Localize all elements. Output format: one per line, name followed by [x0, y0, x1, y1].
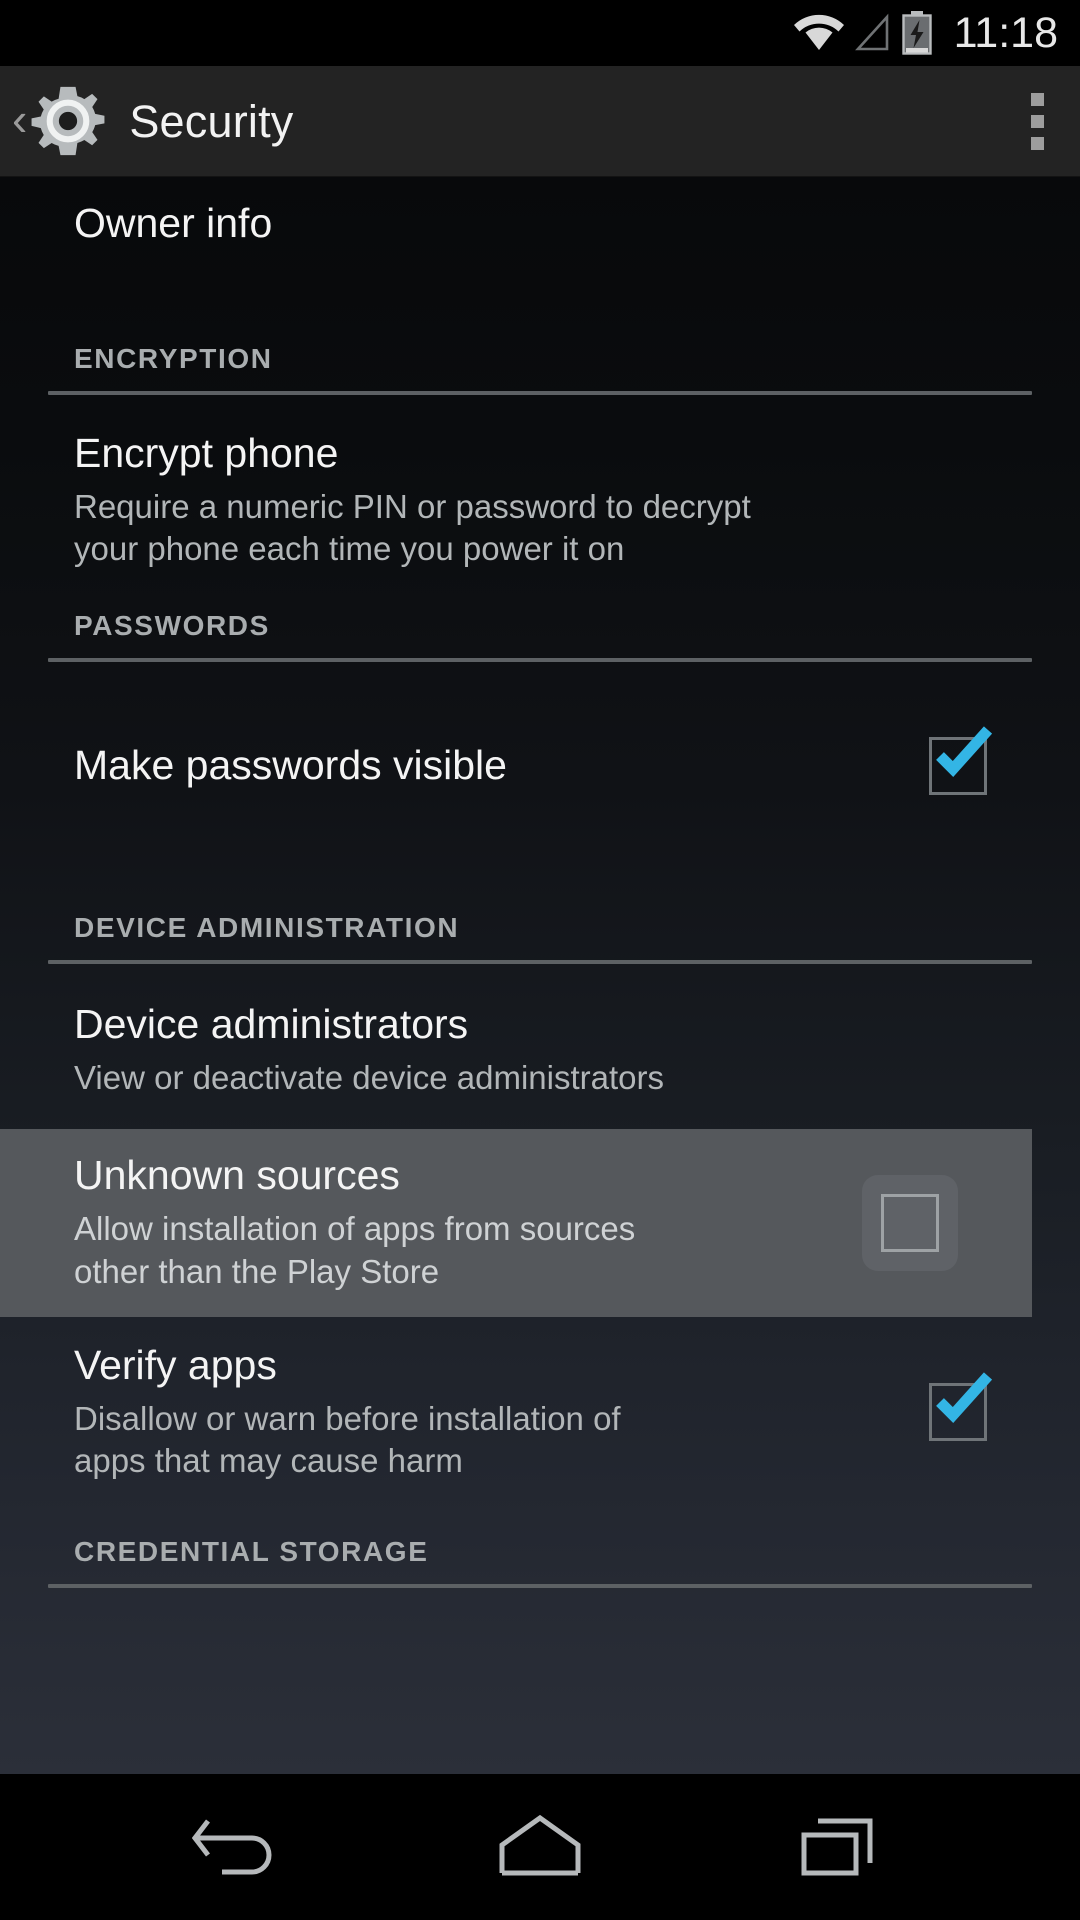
list-item-summary: Disallow or warn before installation of …	[74, 1399, 621, 1479]
checkbox-box	[929, 1372, 993, 1442]
status-bar-clock: 11:18	[953, 8, 1058, 57]
checkmark-icon	[936, 1372, 993, 1424]
list-item-texts: Make passwords visible	[74, 742, 890, 789]
section-header-label: CREDENTIAL STORAGE	[74, 1536, 429, 1568]
list-item-summary: Require a numeric PIN or password to dec…	[74, 487, 751, 568]
checkbox-make-passwords-visible[interactable]	[910, 718, 1006, 814]
nav-recents-button[interactable]	[755, 1792, 925, 1902]
list-item-owner-info[interactable]: Owner info	[0, 177, 1080, 271]
system-navigation-bar	[0, 1774, 1080, 1920]
list-item-make-passwords-visible[interactable]: Make passwords visible	[0, 662, 1080, 870]
list-item-title: Verify apps	[74, 1341, 277, 1388]
nav-back-button[interactable]	[155, 1792, 325, 1902]
section-header-label: DEVICE ADMINISTRATION	[74, 912, 460, 944]
section-header-encryption: ENCRYPTION	[0, 271, 1080, 395]
settings-scroll-container[interactable]: Owner info ENCRYPTION Encrypt phone Requ…	[0, 177, 1080, 1774]
list-item-title: Device administrators	[74, 1001, 469, 1048]
checkbox-unknown-sources[interactable]	[862, 1175, 958, 1272]
section-divider	[48, 1584, 1032, 1589]
section-header-device-administration: DEVICE ADMINISTRATION	[0, 870, 1080, 965]
list-item-title: Encrypt phone	[74, 429, 339, 476]
checkbox-box	[929, 726, 993, 796]
section-header-label: PASSWORDS	[74, 610, 270, 642]
up-back-chevron-icon[interactable]: ‹	[12, 96, 27, 142]
nav-home-button[interactable]	[455, 1792, 625, 1902]
home-icon	[499, 1814, 581, 1876]
action-bar: ‹ Security	[0, 66, 1080, 177]
cell-signal-icon	[854, 13, 888, 51]
list-item-summary: Allow installation of apps from sources …	[74, 1210, 636, 1290]
overflow-dot	[1030, 136, 1044, 150]
list-item-verify-apps[interactable]: Verify apps Disallow or warn before inst…	[0, 1317, 1080, 1506]
overflow-dot	[1030, 114, 1044, 128]
list-item-encrypt-phone[interactable]: Encrypt phone Require a numeric PIN or p…	[0, 395, 1080, 584]
checkbox-box	[881, 1194, 939, 1253]
wifi-icon	[793, 14, 844, 50]
list-item-unknown-sources[interactable]: Unknown sources Allow installation of ap…	[0, 1129, 1032, 1317]
list-item-texts: Verify apps Disallow or warn before inst…	[74, 1341, 890, 1482]
recent-apps-icon	[801, 1818, 873, 1876]
battery-charging-icon	[901, 11, 932, 55]
status-icon-group: 11:18	[792, 10, 1058, 56]
settings-list: Owner info ENCRYPTION Encrypt phone Requ…	[0, 177, 1080, 1589]
list-item-summary: View or deactivate device administrators	[74, 1059, 665, 1097]
back-arrow-icon	[192, 1819, 272, 1875]
checkmark-icon	[936, 726, 993, 778]
overflow-menu-icon[interactable]	[1016, 87, 1058, 156]
list-item-title: Unknown sources	[74, 1152, 400, 1199]
list-item-title: Make passwords visible	[74, 742, 507, 789]
section-header-label: ENCRYPTION	[74, 342, 273, 374]
checkbox-verify-apps[interactable]	[910, 1364, 1006, 1460]
section-header-credential-storage: CREDENTIAL STORAGE	[0, 1506, 1080, 1589]
page-title: Security	[129, 95, 294, 147]
list-item-texts: Unknown sources Allow installation of ap…	[74, 1153, 842, 1292]
list-item-device-administrators[interactable]: Device administrators View or deactivate…	[0, 964, 1080, 1129]
overflow-dot	[1030, 92, 1044, 106]
android-screen: 11:18 ‹ Security Owner info ENCRYPTION E…	[0, 0, 1080, 1920]
list-item-title: Owner info	[74, 200, 273, 246]
status-bar: 11:18	[0, 0, 1080, 66]
section-header-passwords: PASSWORDS	[0, 584, 1080, 663]
settings-gear-icon[interactable]	[29, 82, 107, 160]
